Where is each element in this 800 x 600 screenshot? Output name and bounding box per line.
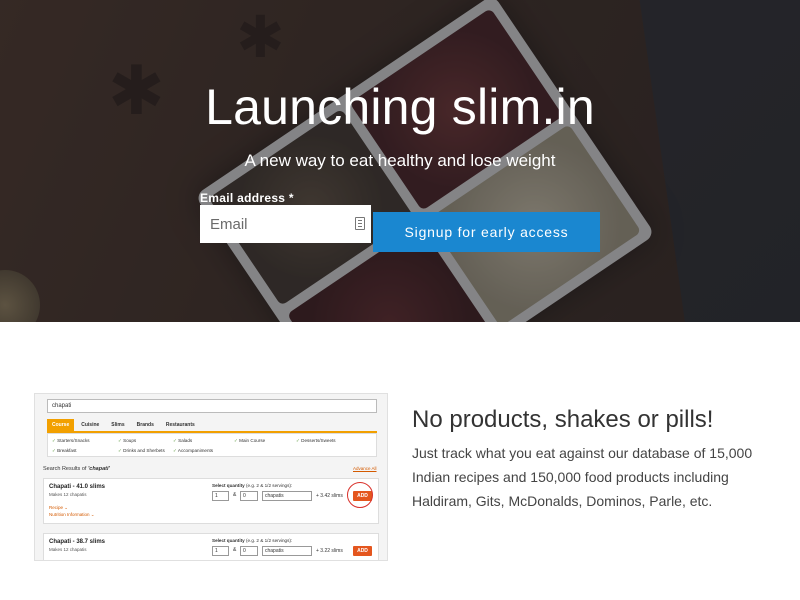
- preview-tabs: Course Cuisine Slims Brands Restaurants: [47, 419, 200, 431]
- preview-filter: Breakfast: [52, 448, 76, 454]
- preview-tab-brands: Brands: [136, 422, 154, 428]
- preview-filter: Drinks and Sherbets: [118, 448, 165, 454]
- preview-tab-restaurants: Restaurants: [165, 422, 195, 428]
- preview-filter: Desserts/Sweets: [296, 438, 335, 444]
- preview-results-heading: Search Results of 'chapati': [43, 466, 110, 472]
- hero-section: ✱ ✱ Launching slim.in A new way to eat h…: [0, 0, 800, 322]
- feature-title: No products, shakes or pills!: [412, 406, 714, 433]
- preview-result-card: Chapati - 38.7 slims Makes 12 chapatis S…: [43, 533, 379, 560]
- preview-filter: Salads: [173, 438, 192, 444]
- signup-button[interactable]: Signup for early access: [373, 212, 600, 252]
- preview-tab-course: Course: [47, 419, 75, 431]
- preview-filter: Main Course: [234, 438, 265, 444]
- feature-description: Just track what you eat against our data…: [412, 445, 753, 509]
- preview-filter: Starters/Snacks: [52, 438, 89, 444]
- preview-add-button: ADD: [353, 546, 372, 556]
- hero-subtitle: A new way to eat healthy and lose weight: [244, 151, 556, 170]
- app-preview-screenshot: chapati Course Cuisine Slims Brands Rest…: [34, 393, 388, 561]
- highlight-circle: [347, 482, 373, 508]
- contact-card-icon: [355, 217, 365, 230]
- preview-filters: Starters/Snacks Soups Salads Main Course…: [47, 433, 377, 457]
- hero-title: Launching slim.in: [205, 79, 595, 135]
- preview-tab-slims: Slims: [111, 422, 125, 428]
- preview-filter: Accompaniments: [173, 448, 213, 454]
- preview-search-input: chapati: [47, 399, 377, 413]
- preview-advance-link: Advance All: [353, 466, 377, 471]
- email-label: Email address *: [200, 191, 294, 205]
- preview-filter: Soups: [118, 438, 136, 444]
- email-field[interactable]: [200, 205, 371, 243]
- preview-result-card: Chapati - 41.0 slims Makes 12 chapatis R…: [43, 478, 379, 524]
- preview-tab-cuisine: Cuisine: [81, 422, 100, 428]
